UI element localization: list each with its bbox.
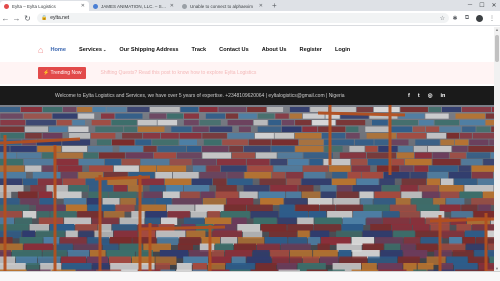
facebook-icon[interactable]: f — [408, 93, 410, 99]
tab-favicon — [182, 3, 187, 9]
browser-tab-strip: Eylta – Eylta Logistics ✕ JAMES ANIMATIO… — [0, 0, 500, 11]
nav-item-label: Services — [78, 47, 103, 53]
home-icon[interactable]: ⌂ — [38, 45, 43, 55]
nav-item-register[interactable]: Register — [300, 47, 322, 53]
linkedin-icon[interactable]: in — [441, 93, 446, 99]
close-window-icon[interactable]: ✕ — [488, 2, 500, 9]
puzzle-icon[interactable]: ⧉ — [461, 15, 473, 22]
status-strip — [0, 271, 500, 281]
welcome-text: Welcome to Eylta Logistics and Services,… — [55, 92, 345, 99]
tab-title: JAMES ANIMATION, LLC. – Smo — [101, 3, 168, 9]
trending-headline-link[interactable]: Shifting Quests? Read this post to know … — [100, 70, 256, 76]
scrollbar-thumb[interactable] — [495, 35, 499, 62]
bookmark-star-icon[interactable]: ☆ — [440, 15, 445, 22]
forward-arrow-icon[interactable]: → — [11, 14, 22, 23]
scroll-up-icon[interactable]: ▲ — [494, 27, 500, 32]
chevron-down-icon: ⌄ — [103, 47, 107, 52]
tab-favicon — [4, 3, 9, 9]
nav-item-login[interactable]: Login — [335, 47, 350, 53]
profile-avatar[interactable] — [476, 14, 483, 22]
tab-close-icon[interactable]: ✕ — [259, 3, 263, 9]
extensions-icon[interactable]: ✱ — [449, 15, 461, 22]
trending-strip: ⚡ Trending Now Shifting Quests? Read thi… — [0, 62, 494, 84]
browser-tab[interactable]: Unable to connect to alphaexim ✕ — [178, 1, 267, 11]
browser-tab[interactable]: JAMES ANIMATION, LLC. – Smo ✕ — [89, 1, 178, 11]
address-bar[interactable]: 🔒 eylta.net ☆ — [37, 13, 449, 23]
tab-close-icon[interactable]: ✕ — [170, 3, 174, 9]
back-arrow-icon[interactable]: ← — [0, 14, 11, 23]
trending-now-button[interactable]: ⚡ Trending Now — [38, 67, 87, 79]
nav-item-services[interactable]: Services⌄ — [79, 47, 106, 53]
instagram-icon[interactable]: ◎ — [428, 93, 433, 99]
site-navigation: ⌂ Home Services⌄ Our Shipping Address Tr… — [0, 38, 494, 62]
nav-item-home[interactable]: Home — [50, 47, 66, 53]
hero-image — [0, 105, 494, 271]
reload-icon[interactable]: ↻ — [22, 14, 33, 23]
menu-dots-icon[interactable]: ⋮ — [486, 15, 498, 22]
trending-label: Trending Now — [50, 70, 82, 76]
info-bar: Welcome to Eylta Logistics and Services,… — [0, 86, 494, 105]
url-text[interactable]: eylta.net — [50, 15, 439, 21]
nav-item-about[interactable]: About Us — [262, 47, 287, 53]
nav-item-shipping-address[interactable]: Our Shipping Address — [119, 47, 178, 53]
page-scrollbar[interactable]: ▲ ▼ — [494, 27, 500, 271]
social-links: f t ◎ in — [408, 93, 453, 99]
browser-tab[interactable]: Eylta – Eylta Logistics ✕ — [0, 1, 89, 11]
nav-item-contact[interactable]: Contact Us — [219, 47, 249, 53]
maximize-icon[interactable]: ☐ — [476, 2, 488, 9]
lightning-icon: ⚡ — [43, 70, 51, 76]
tab-title: Unable to connect to alphaexim — [190, 3, 254, 9]
window-controls: ─ ☐ ✕ — [464, 0, 500, 10]
tab-title: Eylta – Eylta Logistics — [12, 3, 56, 9]
lock-icon[interactable]: 🔒 — [41, 15, 47, 21]
new-tab-button[interactable]: + — [267, 1, 282, 11]
twitter-icon[interactable]: t — [418, 93, 420, 99]
container-yard-illustration — [0, 105, 494, 271]
tab-favicon — [93, 3, 98, 9]
address-toolbar: ← → ↻ 🔒 eylta.net ☆ ✱ ⧉ ⋮ — [0, 11, 500, 26]
tab-close-icon[interactable]: ✕ — [81, 3, 85, 9]
nav-item-track[interactable]: Track — [192, 47, 207, 53]
minimize-icon[interactable]: ─ — [464, 2, 476, 8]
